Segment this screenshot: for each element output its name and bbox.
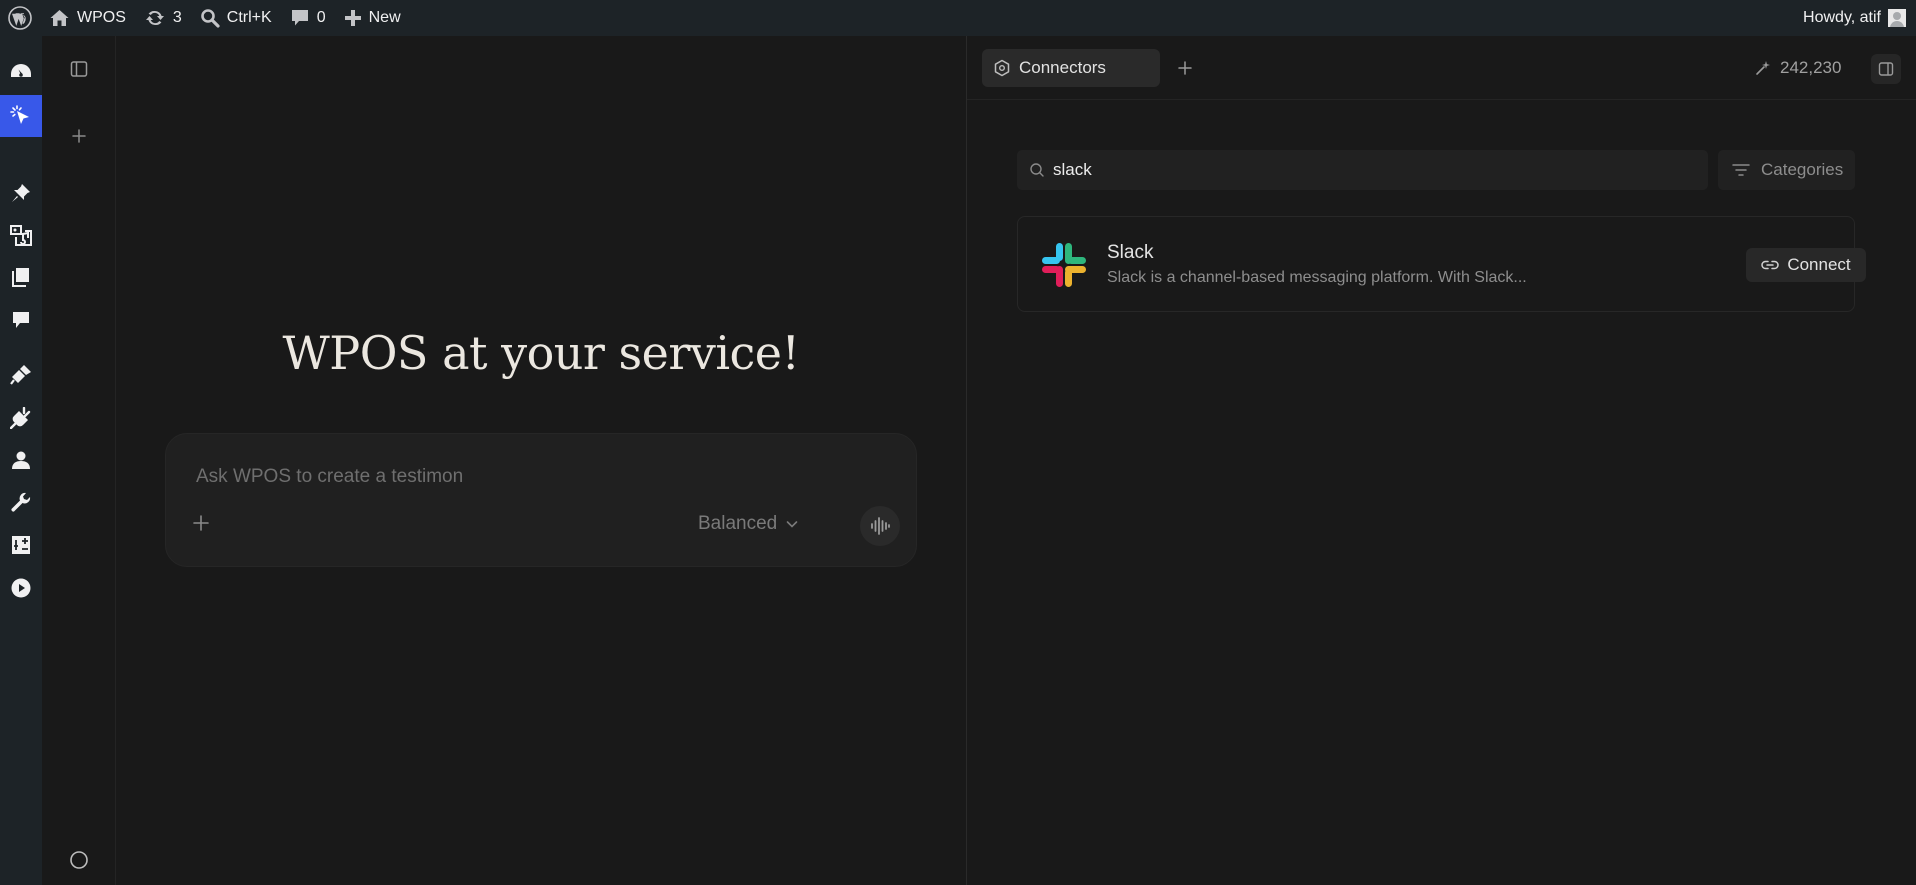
play-icon xyxy=(11,578,31,598)
menu-plugins[interactable] xyxy=(0,397,42,439)
wpos-cursor-icon xyxy=(10,105,29,124)
new-content-link[interactable]: New xyxy=(335,0,410,36)
connector-name: Slack xyxy=(1107,242,1154,263)
app-sidebar xyxy=(42,36,116,885)
add-tab-button[interactable] xyxy=(1173,56,1197,80)
connector-card[interactable]: Slack Slack is a channel-based messaging… xyxy=(1017,216,1866,312)
categories-label: Categories xyxy=(1761,160,1844,179)
comments-icon xyxy=(13,312,29,328)
dashboard-icon xyxy=(11,64,31,77)
link-icon xyxy=(1761,260,1780,270)
new-chat-button[interactable] xyxy=(63,120,95,152)
users-icon xyxy=(12,451,30,469)
updates-link[interactable]: 3 xyxy=(135,0,191,36)
site-name: WPOS xyxy=(77,9,126,26)
credits-value: 242,230 xyxy=(1780,58,1842,77)
waveform-icon xyxy=(871,517,890,535)
search-icon xyxy=(1030,163,1044,177)
comments-link[interactable]: 0 xyxy=(281,0,335,36)
greeting: Howdy, atif xyxy=(1803,9,1881,26)
plus-icon xyxy=(193,515,209,531)
plus-icon xyxy=(344,10,361,26)
wordpress-logo-icon xyxy=(8,6,32,30)
toggle-panel-button[interactable] xyxy=(1871,54,1901,84)
menu-posts[interactable] xyxy=(0,172,42,214)
media-icon xyxy=(10,225,32,246)
chevron-down-icon xyxy=(786,521,798,528)
hero-title: WPOS at your service! xyxy=(282,326,800,380)
prompt-input[interactable]: Ask WPOS to create a testimon xyxy=(196,466,463,488)
plus-icon xyxy=(1178,61,1192,75)
menu-users[interactable] xyxy=(0,439,42,481)
mode-dropdown[interactable]: Balanced xyxy=(698,510,799,538)
tab-label: Connectors xyxy=(1019,58,1106,77)
site-name-link[interactable]: WPOS xyxy=(40,0,135,36)
voice-button[interactable] xyxy=(860,506,900,546)
mode-label: Balanced xyxy=(698,513,778,534)
plugins-icon xyxy=(10,407,31,429)
connect-label: Connect xyxy=(1787,255,1851,274)
pages-icon xyxy=(12,268,29,287)
command-search-link[interactable]: Ctrl+K xyxy=(191,0,281,36)
slack-logo-icon xyxy=(1042,243,1086,287)
panel-topbar: Connectors 242,230 xyxy=(967,36,1916,100)
admin-menu xyxy=(0,36,42,885)
prompt-composer: Ask WPOS to create a testimon Balanced xyxy=(165,433,917,567)
menu-settings[interactable] xyxy=(0,524,42,566)
account-menu[interactable]: Howdy, atif xyxy=(1795,0,1914,36)
menu-media[interactable] xyxy=(0,214,42,256)
panel-toggle-icon xyxy=(1878,62,1894,76)
toggle-sidebar-button[interactable] xyxy=(63,53,95,85)
menu-pages[interactable] xyxy=(0,256,42,298)
menu-appearance[interactable] xyxy=(0,354,42,396)
appearance-brush-icon xyxy=(10,365,31,385)
tab-connectors[interactable]: Connectors xyxy=(982,49,1160,87)
filter-icon xyxy=(1732,164,1750,176)
menu-media-player[interactable] xyxy=(0,567,42,609)
wordpress-logo-button[interactable] xyxy=(0,0,40,36)
sparkle-icon xyxy=(1756,61,1770,75)
chat-main: WPOS at your service! Ask WPOS to create… xyxy=(116,36,966,885)
categories-button[interactable]: Categories xyxy=(1718,150,1855,190)
settings-icon xyxy=(12,536,30,554)
sidebar-toggle-icon xyxy=(70,61,88,77)
search-shortcut: Ctrl+K xyxy=(226,9,272,26)
menu-tools[interactable] xyxy=(0,482,42,524)
search-icon xyxy=(200,9,220,28)
comment-icon xyxy=(291,10,308,26)
menu-comments[interactable] xyxy=(0,299,42,341)
posts-pin-icon xyxy=(12,184,30,202)
menu-dashboard[interactable] xyxy=(0,51,42,93)
updates-count: 3 xyxy=(172,9,182,26)
admin-bar: WPOS 3 Ctrl+K 0 New Howdy, atif xyxy=(0,0,1916,36)
updates-icon xyxy=(145,10,164,26)
plus-icon xyxy=(72,129,86,143)
connectors-icon xyxy=(994,59,1010,77)
search-input[interactable] xyxy=(1053,160,1653,180)
avatar xyxy=(1888,9,1906,27)
menu-wpos[interactable] xyxy=(0,95,42,137)
connectors-panel: Connectors 242,230 slack Categories Slac… xyxy=(967,36,1916,885)
new-label: New xyxy=(368,9,401,26)
comments-count: 0 xyxy=(316,9,326,26)
attach-button[interactable] xyxy=(188,510,214,536)
credits-indicator: 242,230 xyxy=(1754,56,1841,80)
circle-icon xyxy=(70,851,88,869)
connect-button[interactable]: Connect xyxy=(1746,248,1866,282)
home-icon xyxy=(50,10,69,26)
connector-description: Slack is a channel-based messaging platf… xyxy=(1107,269,1527,286)
account-circle-button[interactable] xyxy=(63,844,95,876)
connector-search xyxy=(1017,150,1708,190)
tools-wrench-icon xyxy=(11,492,31,512)
